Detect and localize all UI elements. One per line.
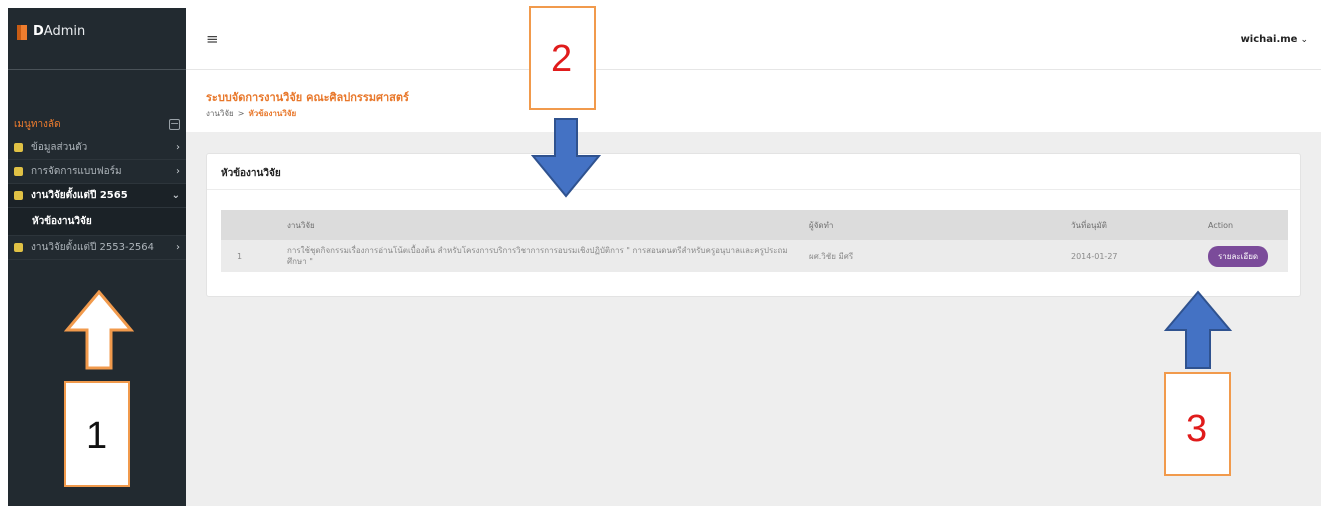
divider	[207, 189, 1300, 190]
annotation-number-2: 2	[551, 38, 573, 80]
page-title: ระบบจัดการงานวิจัย คณะศิลปกรรมศาสตร์	[206, 91, 409, 104]
column-header-title[interactable]: งานวิจัย	[281, 210, 803, 240]
sidebar-item-research-2565[interactable]: งานวิจัยตั้งแต่ปี 2565 ⌄	[8, 184, 186, 208]
breadcrumb-separator: >	[237, 109, 245, 118]
sidebar-item-label: หัวข้องานวิจัย	[32, 216, 92, 227]
annotation-number-1: 1	[86, 415, 108, 457]
sidebar-item-profile[interactable]: ข้อมูลส่วนตัว ›	[8, 136, 186, 160]
sidebar-item-research-2553-2564[interactable]: งานวิจัยตั้งแต่ปี 2553-2564 ›	[8, 236, 186, 260]
table-row: 1 การใช้ชุดกิจกรรมเรื่องการอ่านโน้ตเบื้อ…	[221, 240, 1288, 272]
cell-author: ผศ.วิชัย มีศรี	[803, 240, 1065, 272]
arrow-up-icon	[64, 290, 134, 370]
top-bar: ≡ wichai.me ⌄	[186, 8, 1321, 70]
brand-name: DAdmin	[33, 24, 86, 39]
page-header: ระบบจัดการงานวิจัย คณะศิลปกรรมศาสตร์ งาน…	[186, 70, 1321, 132]
annotation-box-2: 2	[529, 6, 596, 110]
breadcrumb-current: หัวข้องานวิจัย	[248, 109, 297, 118]
detail-button[interactable]: รายละเอียด	[1208, 245, 1269, 267]
content-area: หัวข้องานวิจัย งานวิจัย ผู้จัดทำ วันที่อ…	[186, 132, 1321, 506]
column-header-action: Action	[1202, 210, 1288, 240]
chevron-right-icon: ›	[176, 242, 180, 253]
menu-heading-label: เมนูทางลัด	[14, 118, 61, 130]
research-table: งานวิจัย ผู้จัดทำ วันที่อนุมัติ Action 1…	[221, 210, 1288, 272]
user-menu[interactable]: wichai.me ⌄	[1241, 34, 1308, 45]
annotation-number-3: 3	[1186, 408, 1208, 450]
folder-icon	[14, 167, 23, 176]
sidebar-item-label: งานวิจัยตั้งแต่ปี 2553-2564	[31, 242, 155, 253]
cell-title: การใช้ชุดกิจกรรมเรื่องการอ่านโน้ตเบื้องต…	[281, 240, 803, 272]
user-icon	[14, 143, 23, 152]
cell-date: 2014-01-27	[1065, 240, 1202, 272]
breadcrumb: งานวิจัย > หัวข้องานวิจัย	[206, 107, 296, 120]
sidebar-item-label: ข้อมูลส่วนตัว	[31, 142, 88, 153]
sidebar-item-forms[interactable]: การจัดการแบบฟอร์ม ›	[8, 160, 186, 184]
annotation-box-3: 3	[1164, 372, 1231, 476]
book-icon	[17, 25, 27, 40]
column-header-date[interactable]: วันที่อนุมัติ	[1065, 210, 1202, 240]
brand[interactable]: DAdmin	[8, 8, 186, 70]
file-icon	[14, 243, 23, 252]
arrow-up-icon	[1163, 290, 1233, 369]
cell-action: รายละเอียด	[1202, 240, 1288, 272]
file-icon	[14, 191, 23, 200]
sidebar-subitem-research-topics[interactable]: หัวข้องานวิจัย	[8, 208, 186, 236]
sidebar-menu: ข้อมูลส่วนตัว › การจัดการแบบฟอร์ม › งานว…	[8, 136, 186, 260]
username: wichai.me	[1240, 34, 1298, 45]
chevron-down-icon: ⌄	[1300, 35, 1308, 45]
cell-no: 1	[221, 240, 281, 272]
column-header-no	[221, 210, 281, 240]
menu-heading: เมนูทางลัด −	[8, 113, 186, 135]
card-title: หัวข้องานวิจัย	[221, 168, 281, 179]
minus-square-icon[interactable]: −	[169, 118, 180, 130]
menu-toggle-icon[interactable]: ≡	[206, 30, 219, 48]
research-card: หัวข้องานวิจัย งานวิจัย ผู้จัดทำ วันที่อ…	[206, 153, 1301, 297]
sidebar-item-label: การจัดการแบบฟอร์ม	[31, 166, 122, 177]
table-header-row: งานวิจัย ผู้จัดทำ วันที่อนุมัติ Action	[221, 210, 1288, 240]
arrow-down-icon	[531, 118, 601, 198]
column-header-author[interactable]: ผู้จัดทำ	[803, 210, 1065, 240]
chevron-right-icon: ›	[176, 142, 180, 153]
breadcrumb-root[interactable]: งานวิจัย	[206, 109, 234, 118]
chevron-down-icon: ⌄	[171, 190, 180, 201]
annotation-box-1: 1	[64, 381, 130, 487]
chevron-right-icon: ›	[176, 166, 180, 177]
sidebar-item-label: งานวิจัยตั้งแต่ปี 2565	[31, 190, 128, 201]
